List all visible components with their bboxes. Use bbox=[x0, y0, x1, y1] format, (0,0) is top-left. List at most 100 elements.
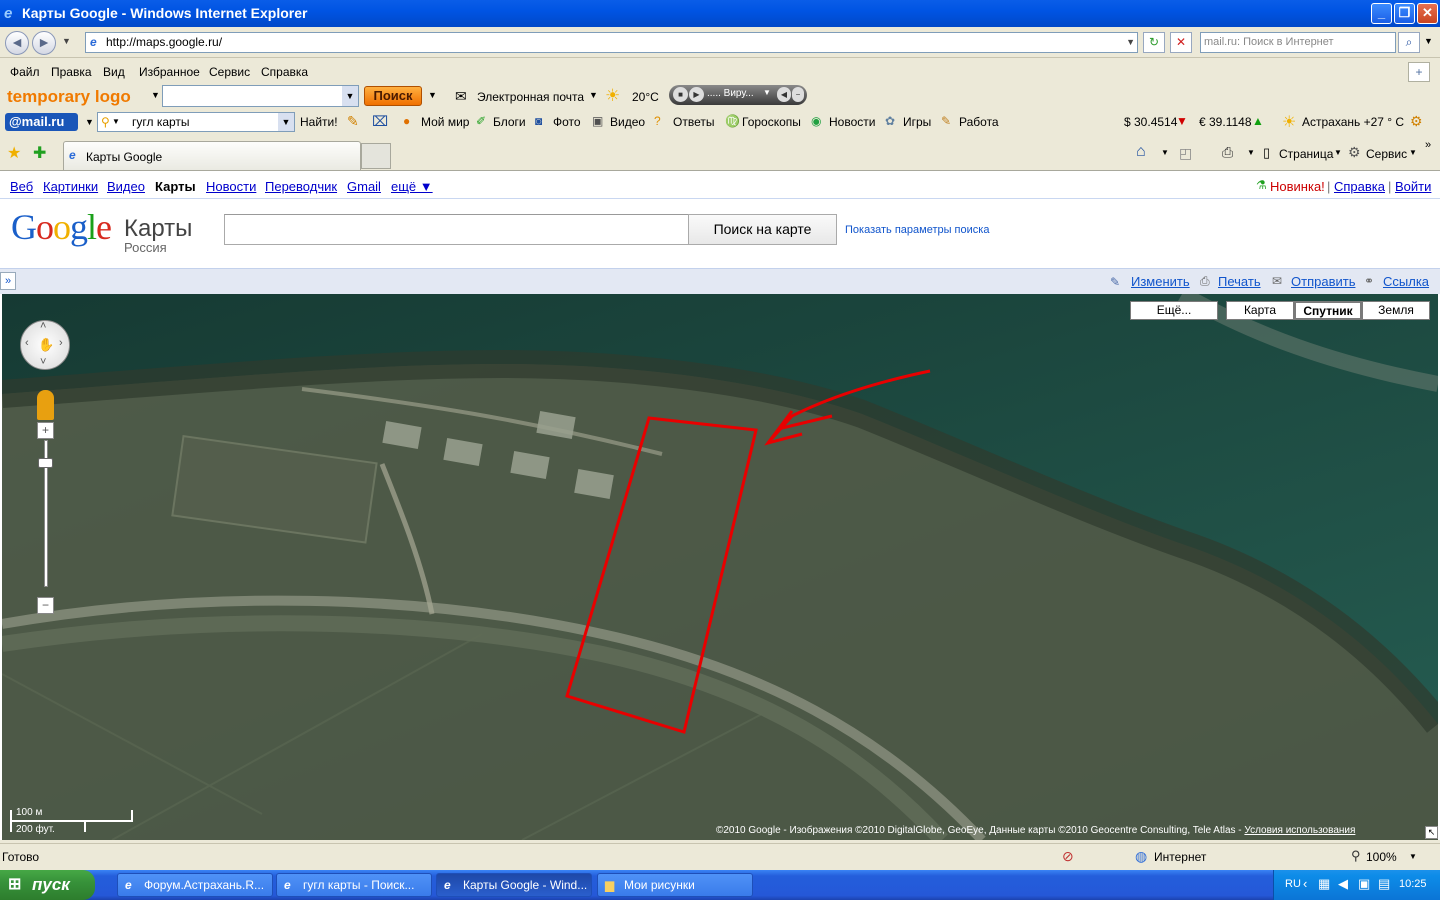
edit-link[interactable]: Изменить bbox=[1131, 274, 1190, 289]
link-link[interactable]: Ссылка bbox=[1383, 274, 1429, 289]
tools-menu[interactable]: Сервис bbox=[1366, 147, 1407, 161]
zoom-out-button[interactable]: − bbox=[37, 597, 54, 614]
search-btn-dropdown-icon[interactable]: ▼ bbox=[428, 90, 437, 100]
nav-images[interactable]: Картинки bbox=[43, 179, 98, 194]
refresh-icon[interactable]: ↻ bbox=[1143, 32, 1165, 53]
overview-toggle-icon[interactable]: ↖ bbox=[1425, 826, 1438, 839]
menu-view[interactable]: Вид bbox=[103, 65, 125, 79]
search-options-icon[interactable]: ▼ bbox=[1424, 36, 1433, 46]
taskbar-item-search[interactable]: e гугл карты - Поиск... bbox=[276, 873, 432, 897]
tray-expand-icon[interactable]: ‹ bbox=[1303, 876, 1307, 891]
new-tab-toolbar-icon[interactable]: + bbox=[1408, 62, 1430, 82]
player-dropdown-icon[interactable]: ▼ bbox=[763, 88, 771, 97]
zoom-in-button[interactable]: + bbox=[37, 422, 54, 439]
page-dropdown-icon[interactable]: ▼ bbox=[1334, 148, 1342, 157]
toolbar-search-button[interactable]: Поиск bbox=[364, 86, 422, 106]
toolbar-search-input[interactable]: ▼ bbox=[162, 85, 359, 107]
search-icon[interactable]: ⌕ bbox=[1398, 32, 1420, 53]
link-news[interactable]: Новости bbox=[829, 115, 875, 129]
add-favorites-icon[interactable]: ✚ bbox=[33, 143, 46, 163]
nav-gmail[interactable]: Gmail bbox=[347, 179, 381, 194]
address-dropdown-icon[interactable]: ▼ bbox=[1126, 33, 1135, 52]
pan-left-icon[interactable]: ‹ bbox=[25, 337, 29, 349]
mailru-search-dropdown-icon[interactable]: ▼ bbox=[278, 113, 294, 131]
taskbar-item-forum[interactable]: e Форум.Астрахань.R... bbox=[117, 873, 273, 897]
map-type-map[interactable]: Карта bbox=[1226, 301, 1294, 320]
print-dropdown-icon[interactable]: ▼ bbox=[1247, 148, 1255, 157]
stop-icon[interactable]: ✕ bbox=[1170, 32, 1192, 53]
mailru-dropdown-icon[interactable]: ▼ bbox=[85, 117, 94, 127]
back-button[interactable]: ◄ bbox=[5, 31, 29, 55]
send-link[interactable]: Отправить bbox=[1291, 274, 1355, 289]
expand-panel-icon[interactable]: » bbox=[0, 272, 16, 290]
tab-google-maps[interactable]: e Карты Google bbox=[63, 141, 361, 170]
nav-web[interactable]: Веб bbox=[10, 179, 33, 194]
email-dropdown-icon[interactable]: ▼ bbox=[589, 90, 598, 100]
forward-button[interactable]: ► bbox=[32, 31, 56, 55]
address-input[interactable]: e http://maps.google.ru/ ▼ bbox=[85, 32, 1138, 53]
city-weather[interactable]: Астрахань +27 ° С bbox=[1302, 115, 1404, 129]
link-myworld[interactable]: Мой мир bbox=[421, 115, 469, 129]
menu-file[interactable]: Файл bbox=[10, 65, 40, 79]
map-type-earth[interactable]: Земля bbox=[1362, 301, 1430, 320]
popup-blocker-icon[interactable]: ⊘ bbox=[1062, 848, 1074, 865]
menu-edit[interactable]: Правка bbox=[51, 65, 92, 79]
history-dropdown-icon[interactable]: ▼ bbox=[62, 36, 71, 46]
home-icon[interactable]: ⌂ bbox=[1136, 143, 1146, 161]
print-link[interactable]: Печать bbox=[1218, 274, 1261, 289]
restore-button[interactable]: ❐ bbox=[1394, 3, 1415, 24]
link-answers[interactable]: Ответы bbox=[673, 115, 714, 129]
pegman-icon[interactable] bbox=[37, 390, 54, 420]
toolbar-settings-icon[interactable]: ⚙ bbox=[1410, 113, 1423, 130]
taskbar-item-maps[interactable]: e Карты Google - Wind... bbox=[436, 873, 592, 897]
nav-translate[interactable]: Переводчик bbox=[265, 179, 337, 194]
menu-favorites[interactable]: Избранное bbox=[139, 65, 200, 79]
weather-temp[interactable]: 20°C bbox=[632, 90, 659, 104]
minimize-button[interactable]: _ bbox=[1371, 3, 1392, 24]
email-link[interactable]: Электронная почта bbox=[477, 90, 584, 104]
web-search-input[interactable]: mail.ru: Поиск в Интернет bbox=[1200, 32, 1396, 53]
search-options-link[interactable]: Показать параметры поиска bbox=[845, 224, 989, 236]
link-horoscopes[interactable]: Гороскопы bbox=[742, 115, 801, 129]
terms-link[interactable]: Условия использования bbox=[1244, 825, 1355, 836]
tray-security-icon[interactable]: ▤ bbox=[1378, 876, 1390, 892]
link-blogs[interactable]: Блоги bbox=[493, 115, 526, 129]
clock[interactable]: 10:25 bbox=[1399, 878, 1427, 890]
play-media-icon[interactable]: ▶ bbox=[689, 87, 704, 102]
nav-more[interactable]: ещё ▼ bbox=[391, 179, 433, 194]
nav-video[interactable]: Видео bbox=[107, 179, 145, 194]
map-search-button[interactable]: Поиск на карте bbox=[688, 214, 837, 245]
help-link[interactable]: Справка bbox=[1334, 179, 1385, 194]
menu-tools[interactable]: Сервис bbox=[209, 65, 250, 79]
feeds-icon[interactable]: ◰ bbox=[1179, 145, 1192, 162]
engine-dropdown-icon[interactable]: ▼ bbox=[112, 117, 120, 126]
google-logo[interactable]: Google bbox=[11, 206, 112, 248]
highlight-icon[interactable]: ⌧ bbox=[372, 113, 388, 130]
find-button[interactable]: Найти! bbox=[300, 115, 338, 129]
language-indicator[interactable]: RU bbox=[1285, 878, 1301, 890]
close-button[interactable]: ✕ bbox=[1417, 3, 1438, 24]
tools-dropdown-icon[interactable]: ▼ bbox=[1409, 148, 1417, 157]
eur-rate[interactable]: € 39.1148 bbox=[1199, 115, 1252, 129]
logo-dropdown-icon[interactable]: ▼ bbox=[151, 90, 160, 100]
link-work[interactable]: Работа bbox=[959, 115, 999, 129]
print-icon[interactable]: ⎙ bbox=[1222, 144, 1233, 161]
satellite-map[interactable]: ˄ ˅ ‹ › ✋ + − Ещё... Карта Спутник Земля… bbox=[2, 294, 1438, 840]
map-type-more[interactable]: Ещё... bbox=[1130, 301, 1218, 320]
pencil-icon[interactable]: ✎ bbox=[347, 113, 359, 130]
pan-right-icon[interactable]: › bbox=[59, 337, 63, 349]
link-photo[interactable]: Фото bbox=[553, 115, 581, 129]
chevron-more-icon[interactable]: » bbox=[1425, 139, 1431, 151]
link-video[interactable]: Видео bbox=[610, 115, 645, 129]
tray-app-icon[interactable]: ▣ bbox=[1358, 876, 1370, 892]
favorites-star-icon[interactable]: ★ bbox=[7, 143, 21, 163]
map-type-satellite[interactable]: Спутник bbox=[1294, 301, 1362, 320]
login-link[interactable]: Войти bbox=[1395, 179, 1431, 194]
stop-media-icon[interactable]: ■ bbox=[673, 87, 688, 102]
toolbar-search-dropdown-icon[interactable]: ▼ bbox=[342, 86, 358, 106]
mute-icon[interactable]: − bbox=[792, 87, 804, 102]
pan-control[interactable]: ˄ ˅ ‹ › ✋ bbox=[20, 320, 70, 370]
map-search-input[interactable] bbox=[224, 214, 689, 245]
mailru-search-input[interactable]: ⚲ ▼ гугл карты ▼ bbox=[97, 112, 295, 132]
pan-up-icon[interactable]: ˄ bbox=[40, 320, 46, 332]
